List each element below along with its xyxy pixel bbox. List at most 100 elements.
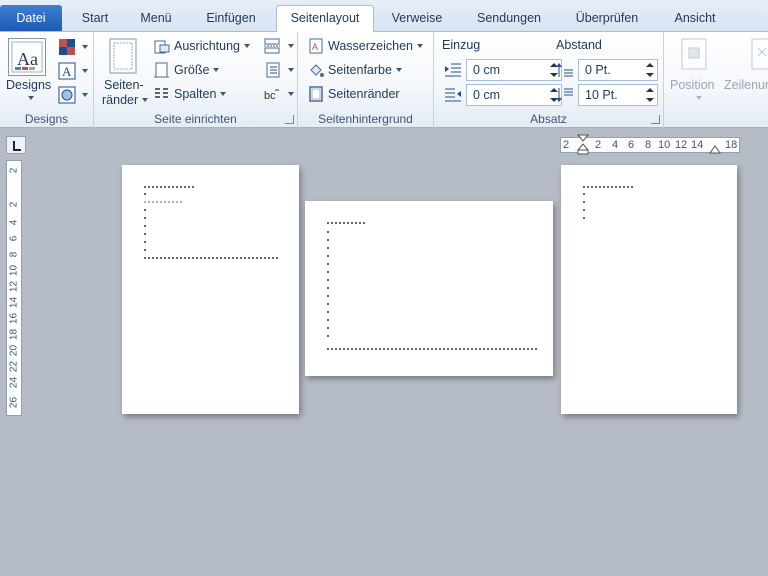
group-label-seite-einrichten: Seite einrichten <box>154 112 237 126</box>
silbentrennung-button[interactable]: bc <box>264 86 294 102</box>
einzug-rechts-control: 0 cm <box>444 84 562 106</box>
paragraph-mark <box>583 201 585 203</box>
einzug-links-input[interactable]: 0 cm <box>466 59 562 81</box>
section-break-line <box>327 348 539 350</box>
tab-selector-icon[interactable] <box>6 136 26 154</box>
dialog-launcher-icon[interactable] <box>651 115 660 124</box>
abstand-vor-input[interactable]: 0 Pt. <box>578 59 658 81</box>
hyphenation-icon: bc <box>264 89 279 102</box>
paragraph-mark <box>583 217 585 219</box>
page-color-icon <box>310 64 324 77</box>
tab-verweise[interactable]: Verweise <box>380 6 454 32</box>
document-page[interactable] <box>561 165 737 414</box>
tab-menu[interactable]: Menü <box>128 6 184 32</box>
design-fonts-button[interactable]: A <box>58 62 88 80</box>
section-break-line <box>144 257 279 259</box>
zeilenumbruch-button[interactable] <box>750 38 768 70</box>
tab-einfuegen[interactable]: Einfügen <box>190 6 272 32</box>
right-indent-marker-icon[interactable] <box>709 142 721 154</box>
chevron-down-icon <box>288 92 294 96</box>
group-seite-einrichten: Seiten- ränder Ausrichtung Größe Spalten… <box>94 32 298 128</box>
design-colors-button[interactable] <box>58 38 88 56</box>
group-label-designs: Designs <box>24 112 69 126</box>
paragraph-mark <box>327 247 329 249</box>
seitenraender-hintergrund-button[interactable]: Seitenränder <box>308 86 400 102</box>
ruler-tick: 2 <box>8 167 20 174</box>
group-anordnen: Position Zeilenum <box>664 32 768 128</box>
chevron-down-icon <box>82 69 88 73</box>
document-page[interactable] <box>122 165 299 414</box>
tab-seitenlayout[interactable]: Seitenlayout <box>276 5 374 33</box>
fonts-icon: A <box>58 62 76 80</box>
paragraph-mark <box>327 239 329 241</box>
ruler-tick: 26 <box>8 396 20 409</box>
watermark-icon: A <box>309 38 323 54</box>
paragraph-mark <box>583 209 585 211</box>
text-line <box>144 201 184 203</box>
chevron-down-icon <box>82 45 88 49</box>
einzug-rechts-input[interactable]: 0 cm <box>466 84 562 106</box>
zeilennummern-button[interactable] <box>264 62 294 78</box>
page-borders-icon <box>309 86 323 102</box>
ruler-tick: 18 <box>725 139 738 151</box>
seitenraender-button[interactable] <box>108 38 138 74</box>
ruler-tick: 12 <box>675 139 688 151</box>
ausrichtung-button[interactable]: Ausrichtung <box>154 38 251 54</box>
dialog-launcher-icon[interactable] <box>285 115 294 124</box>
abstand-nach-input[interactable]: 10 Pt. <box>578 84 658 106</box>
colors-icon <box>59 39 75 55</box>
ruler-tick: 2 <box>595 139 602 151</box>
indent-marker-icon[interactable] <box>577 134 589 156</box>
tab-ueberpruefen[interactable]: Überprüfen <box>562 6 652 32</box>
designs-icon: Aa <box>11 41 43 73</box>
paragraph-mark <box>144 193 146 195</box>
groesse-button[interactable]: Größe <box>154 62 220 78</box>
designs-label: Designs <box>6 78 52 92</box>
indent-right-icon <box>445 88 461 102</box>
position-button[interactable] <box>680 38 708 70</box>
wasserzeichen-button[interactable]: A Wasserzeichen <box>308 38 423 54</box>
designs-button[interactable]: Aa <box>8 38 46 76</box>
paragraph-mark <box>327 335 329 337</box>
text-line <box>144 186 196 188</box>
paragraph-mark <box>327 255 329 257</box>
ruler-tick: 14 <box>8 296 20 309</box>
ruler-tick: 6 <box>628 139 635 151</box>
paragraph-mark <box>327 327 329 329</box>
umbrueche-button[interactable] <box>264 38 294 54</box>
spinner-icon[interactable] <box>646 62 654 78</box>
paragraph-mark <box>144 209 146 211</box>
paragraph-mark <box>327 263 329 265</box>
seitenfarbe-button[interactable]: Seitenfarbe <box>308 62 402 78</box>
ruler-tick: 18 <box>8 328 20 341</box>
text-line <box>583 186 635 188</box>
paragraph-mark <box>327 311 329 313</box>
chevron-down-icon <box>142 98 149 102</box>
document-page[interactable] <box>305 201 553 376</box>
position-icon <box>681 38 707 70</box>
spalten-button[interactable]: Spalten <box>154 86 227 102</box>
svg-text:bc: bc <box>264 90 276 102</box>
document-workspace[interactable] <box>26 154 768 576</box>
vertical-ruler[interactable]: 2 2 4 6 8 10 12 14 16 18 20 22 24 26 <box>6 160 22 416</box>
spinner-icon[interactable] <box>646 87 654 103</box>
paragraph-mark <box>144 241 146 243</box>
abstand-vor-control: 0 Pt. <box>556 59 658 81</box>
chevron-down-icon <box>213 68 220 72</box>
einzug-links-control: 0 cm <box>444 59 562 81</box>
text-wrap-icon <box>751 38 768 70</box>
tab-datei[interactable]: Datei <box>0 5 62 31</box>
paragraph-mark <box>583 193 585 195</box>
paragraph-mark <box>144 217 146 219</box>
horizontal-ruler[interactable]: 2 2 4 6 8 10 12 14 18 <box>560 134 740 156</box>
ruler-tick: 8 <box>645 139 652 151</box>
tab-sendungen[interactable]: Sendungen <box>462 6 556 32</box>
design-effects-button[interactable] <box>58 86 88 104</box>
tab-ansicht[interactable]: Ansicht <box>660 6 730 32</box>
chevron-down-icon <box>244 44 251 48</box>
chevron-down-icon <box>220 92 227 96</box>
ruler-tick: 8 <box>8 251 20 258</box>
designs-dropdown-icon[interactable] <box>28 96 34 100</box>
tab-start[interactable]: Start <box>66 6 124 32</box>
text-line <box>327 222 367 224</box>
